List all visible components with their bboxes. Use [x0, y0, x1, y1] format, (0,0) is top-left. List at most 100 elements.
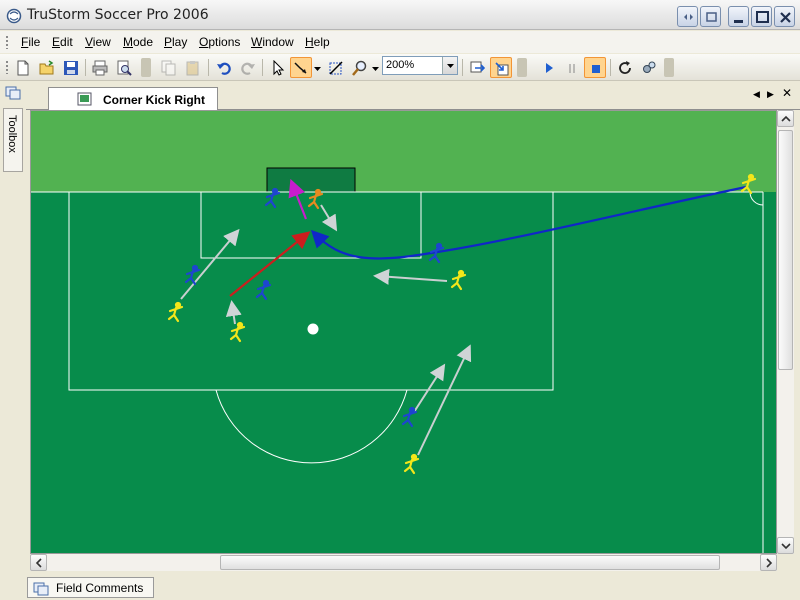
menu-bar: File Edit View Mode Play Options Window …	[0, 31, 800, 53]
horizontal-scrollbar[interactable]	[30, 554, 777, 571]
app-icon	[6, 8, 22, 24]
print-button[interactable]	[89, 57, 111, 78]
menu-window[interactable]: Window	[251, 35, 294, 49]
settings-button[interactable]	[638, 57, 660, 78]
outfield-area	[31, 111, 776, 192]
open-button[interactable]	[36, 57, 58, 78]
pause-icon	[569, 64, 575, 73]
open-folder-icon	[39, 60, 54, 75]
select-arrow-icon	[273, 60, 285, 76]
horizontal-scroll-thumb[interactable]	[220, 555, 720, 570]
transform-button[interactable]	[325, 57, 347, 78]
menu-help[interactable]: Help	[305, 35, 330, 49]
toolbar-overflow-3[interactable]	[664, 58, 674, 77]
chevron-right-icon	[766, 558, 773, 568]
vertical-scroll-thumb[interactable]	[778, 130, 793, 370]
print-icon	[92, 60, 108, 76]
scroll-up-button[interactable]	[777, 110, 794, 127]
menu-view[interactable]: View	[85, 35, 111, 49]
tab-label: Corner Kick Right	[103, 93, 206, 107]
chevron-left-icon	[35, 558, 42, 568]
soccer-field-canvas[interactable]	[30, 110, 777, 554]
save-button[interactable]	[60, 57, 82, 78]
redo-button[interactable]	[237, 57, 259, 78]
toolbox-label: Toolbox	[6, 115, 18, 153]
draw-path-dropdown[interactable]	[313, 59, 322, 76]
comments-icon	[33, 582, 49, 596]
copy-icon	[161, 60, 176, 76]
flip-button[interactable]	[466, 57, 488, 78]
import-icon	[495, 62, 509, 76]
zoom-value: 200%	[386, 59, 415, 71]
field-svg[interactable]	[31, 111, 777, 554]
restore-doc-button[interactable]	[700, 6, 721, 27]
menu-edit[interactable]: Edit	[52, 35, 73, 49]
menu-mode[interactable]: Mode	[123, 35, 153, 49]
chevron-down-icon	[781, 543, 791, 550]
toolbar-overflow-2[interactable]	[517, 58, 527, 77]
save-icon	[64, 61, 78, 75]
print-preview-button[interactable]	[113, 57, 135, 78]
zoom-dropdown[interactable]	[371, 59, 380, 76]
chevron-up-icon	[781, 115, 791, 122]
tab-scroll-right-icon[interactable]: ▶	[767, 89, 774, 100]
grip-icon	[6, 61, 8, 74]
extra-window-button[interactable]	[677, 6, 698, 27]
play-icon	[546, 63, 553, 73]
paste-icon	[186, 61, 199, 76]
undo-button[interactable]	[213, 57, 235, 78]
bottom-panel: Field Comments	[0, 572, 800, 600]
stop-button[interactable]	[584, 57, 606, 78]
close-tab-icon[interactable]: ✕	[782, 86, 792, 100]
pause-button[interactable]	[561, 57, 583, 78]
undo-icon	[217, 62, 231, 75]
draw-path-icon	[294, 62, 307, 74]
stop-icon	[592, 65, 600, 73]
field-comments-label: Field Comments	[56, 581, 144, 595]
grip-icon	[6, 36, 8, 49]
print-preview-icon	[117, 60, 132, 76]
tab-scroll-left-icon[interactable]: ◀	[753, 89, 760, 100]
toolbox-tab[interactable]: Toolbox	[3, 108, 23, 172]
new-file-icon	[17, 60, 29, 76]
tab-corner-kick-right[interactable]: Corner Kick Right	[48, 87, 218, 110]
toolbox-icon[interactable]	[5, 84, 21, 100]
goal	[266, 167, 356, 193]
import-button[interactable]	[490, 57, 512, 78]
play-button[interactable]	[538, 57, 560, 78]
copy-button[interactable]	[158, 57, 180, 78]
document-icon	[77, 92, 92, 106]
zoom-combo-dropdown[interactable]	[442, 57, 457, 74]
maximize-button[interactable]	[751, 6, 772, 27]
redo-icon	[241, 62, 255, 75]
select-tool-button[interactable]	[267, 57, 289, 78]
scroll-right-button[interactable]	[760, 554, 777, 571]
title-bar: TruStorm Soccer Pro 2006	[0, 0, 800, 30]
left-sidebar: Toolbox	[0, 82, 26, 580]
close-button[interactable]	[774, 6, 795, 27]
menu-play[interactable]: Play	[164, 35, 187, 49]
document-tab-strip: Corner Kick Right ◀ ▶ ✕	[26, 82, 800, 110]
draw-path-button[interactable]	[290, 57, 312, 78]
transform-icon	[329, 61, 343, 75]
settings-icon	[643, 61, 656, 73]
flip-icon	[470, 61, 485, 73]
scroll-down-button[interactable]	[777, 537, 794, 554]
menu-file[interactable]: File	[21, 35, 40, 49]
field-comments-tab[interactable]: Field Comments	[27, 577, 154, 598]
pitch-area	[31, 192, 776, 553]
toolbar-overflow[interactable]	[141, 58, 151, 77]
vertical-scrollbar[interactable]	[777, 110, 794, 554]
refresh-button[interactable]	[614, 57, 636, 78]
window-title: TruStorm Soccer Pro 2006	[27, 7, 209, 23]
new-file-button[interactable]	[12, 57, 34, 78]
zoom-combo[interactable]: 200%	[382, 56, 458, 75]
refresh-icon	[619, 61, 631, 74]
paste-button[interactable]	[182, 57, 204, 78]
zoom-icon	[352, 60, 367, 76]
minimize-button[interactable]	[728, 6, 749, 27]
penalty-spot	[307, 323, 319, 335]
menu-options[interactable]: Options	[199, 35, 240, 49]
zoom-button[interactable]	[349, 57, 371, 78]
scroll-left-button[interactable]	[30, 554, 47, 571]
